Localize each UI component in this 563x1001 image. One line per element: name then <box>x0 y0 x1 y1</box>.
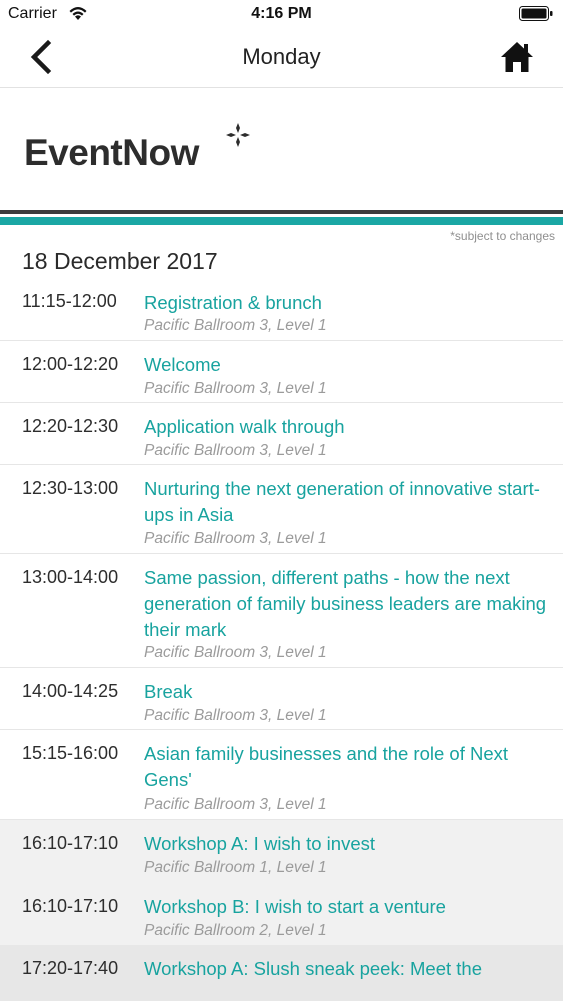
session-location: Pacific Ballroom 1, Level 1 <box>144 859 327 876</box>
session-title[interactable]: Nurturing the next generation of innovat… <box>144 476 552 528</box>
session-title[interactable]: Same passion, different paths - how the … <box>144 565 552 643</box>
session-time: 11:15-12:00 <box>22 291 117 311</box>
status-bar: Carrier 4:16 PM <box>0 0 563 28</box>
page-title: Monday <box>242 44 321 69</box>
session-time: 17:20-17:40 <box>22 958 119 978</box>
session-row[interactable]: 12:30-13:00 Nurturing the next generatio… <box>0 465 563 554</box>
session-location: Pacific Ballroom 3, Level 1 <box>144 530 327 547</box>
session-row[interactable]: 12:20-12:30 Application walk through Pac… <box>0 403 563 465</box>
session-row[interactable]: 11:15-12:00 Registration & brunch Pacifi… <box>0 283 563 341</box>
session-time: 15:15-16:00 <box>22 743 119 763</box>
session-location: Pacific Ballroom 3, Level 1 <box>144 380 327 397</box>
session-row[interactable]: 16:10-17:10 Workshop B: I wish to start … <box>0 883 563 945</box>
sparkle-icon <box>226 123 250 147</box>
subject-note: *subject to changes <box>450 229 555 243</box>
event-banner: EventNow <box>0 88 563 210</box>
session-time: 12:20-12:30 <box>22 416 119 436</box>
session-row[interactable]: 14:00-14:25 Break Pacific Ballroom 3, Le… <box>0 668 563 730</box>
session-location: Pacific Ballroom 3, Level 1 <box>144 707 327 724</box>
session-time: 13:00-14:00 <box>22 567 119 587</box>
session-time: 14:00-14:25 <box>22 681 119 701</box>
session-title[interactable]: Application walk through <box>144 414 552 440</box>
session-time: 12:00-12:20 <box>22 354 119 374</box>
schedule-date: 18 December 2017 <box>22 248 218 274</box>
session-title[interactable]: Asian family businesses and the role of … <box>144 741 552 793</box>
session-row[interactable]: 12:00-12:20 Welcome Pacific Ballroom 3, … <box>0 341 563 403</box>
session-row[interactable]: 13:00-14:00 Same passion, different path… <box>0 554 563 668</box>
session-location: Pacific Ballroom 3, Level 1 <box>144 796 327 813</box>
session-location: Pacific Ballroom 3, Level 1 <box>144 442 327 459</box>
home-icon[interactable] <box>499 40 535 74</box>
session-row[interactable]: 17:20-17:40 Workshop A: Slush sneak peek… <box>0 945 563 1001</box>
session-row[interactable]: 15:15-16:00 Asian family businesses and … <box>0 730 563 820</box>
session-title[interactable]: Workshop A: I wish to invest <box>144 831 552 857</box>
nav-bar: Monday <box>0 28 563 88</box>
session-row[interactable]: 16:10-17:10 Workshop A: I wish to invest… <box>0 820 563 883</box>
session-title[interactable]: Welcome <box>144 352 552 378</box>
session-time: 16:10-17:10 <box>22 896 119 916</box>
divider-dark <box>0 210 563 214</box>
session-time: 12:30-13:00 <box>22 478 119 498</box>
session-location: Pacific Ballroom 3, Level 1 <box>144 644 327 661</box>
session-time: 16:10-17:10 <box>22 833 119 853</box>
divider-accent <box>0 217 563 225</box>
status-time: 4:16 PM <box>251 5 312 22</box>
session-location: Pacific Ballroom 3, Level 1 <box>144 317 327 334</box>
session-title[interactable]: Registration & brunch <box>144 290 552 316</box>
logo: EventNow <box>24 132 199 173</box>
session-title[interactable]: Workshop A: Slush sneak peek: Meet the <box>144 956 552 982</box>
session-location: Pacific Ballroom 2, Level 1 <box>144 922 327 939</box>
schedule-list: 11:15-12:00 Registration & brunch Pacifi… <box>0 283 563 1001</box>
session-title[interactable]: Break <box>144 679 552 705</box>
battery-icon <box>519 6 553 21</box>
session-title[interactable]: Workshop B: I wish to start a venture <box>144 894 552 920</box>
